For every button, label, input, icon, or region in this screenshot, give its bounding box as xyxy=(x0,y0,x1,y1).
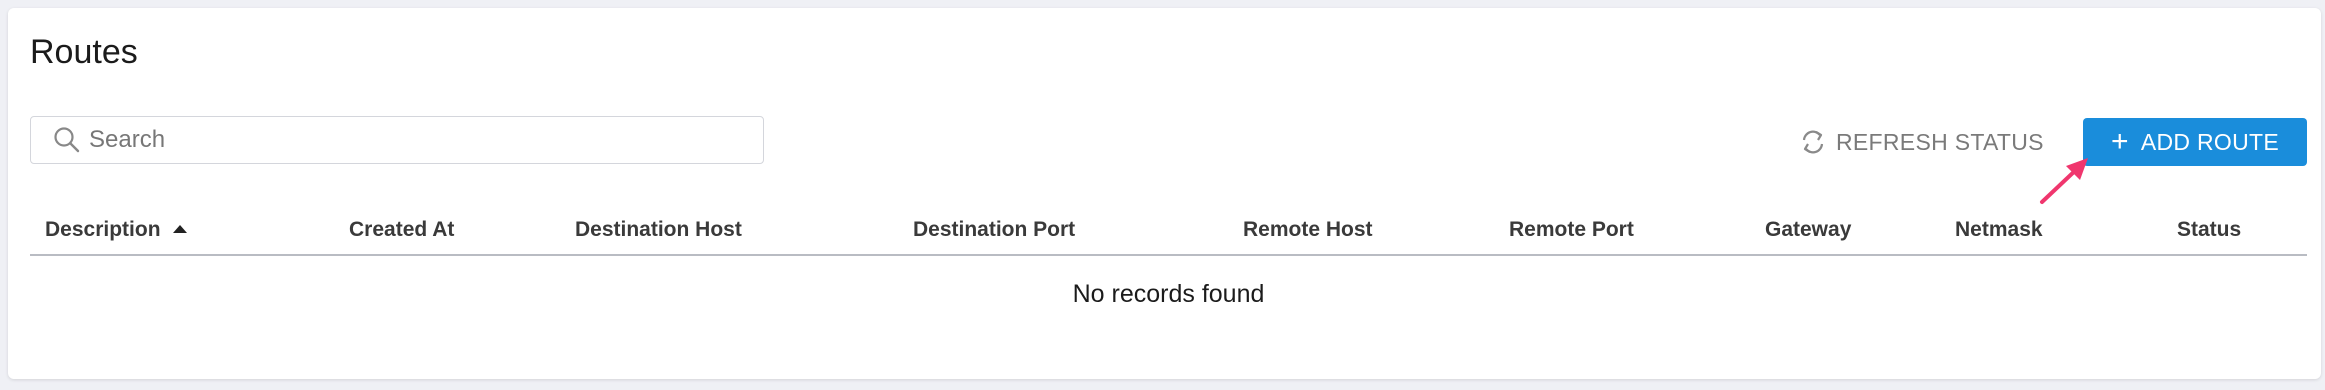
column-header-destination-port[interactable]: Destination Port xyxy=(913,218,1075,242)
add-route-button[interactable]: + ADD ROUTE xyxy=(2083,118,2307,166)
search-input[interactable] xyxy=(87,125,731,155)
search-box[interactable] xyxy=(30,116,764,164)
routes-card: Routes REFRESH STATUS + ADD ROUTE Descri… xyxy=(8,8,2321,379)
column-header-created-at[interactable]: Created At xyxy=(349,218,454,242)
refresh-icon xyxy=(1802,130,1824,154)
column-header-destination-host[interactable]: Destination Host xyxy=(575,218,742,242)
column-header-status[interactable]: Status xyxy=(2177,218,2241,242)
column-header-gateway[interactable]: Gateway xyxy=(1765,218,1851,242)
refresh-status-button[interactable]: REFRESH STATUS xyxy=(1800,126,2044,158)
refresh-status-label: REFRESH STATUS xyxy=(1836,128,2044,155)
column-header-remote-port[interactable]: Remote Port xyxy=(1509,218,1634,242)
column-header-remote-host[interactable]: Remote Host xyxy=(1243,218,1373,242)
search-icon xyxy=(54,127,80,153)
sort-ascending-icon xyxy=(172,225,187,233)
table-header: Description Created At Destination Host … xyxy=(30,208,2307,256)
page-title: Routes xyxy=(30,33,138,71)
column-header-netmask[interactable]: Netmask xyxy=(1955,218,2043,242)
add-route-label: ADD ROUTE xyxy=(2140,128,2279,155)
column-header-description[interactable]: Description xyxy=(45,218,187,242)
annotation-arrow-icon xyxy=(2040,158,2088,204)
plus-icon: + xyxy=(2111,125,2129,158)
empty-table-message: No records found xyxy=(1072,280,1265,308)
column-header-label: Description xyxy=(45,218,161,241)
